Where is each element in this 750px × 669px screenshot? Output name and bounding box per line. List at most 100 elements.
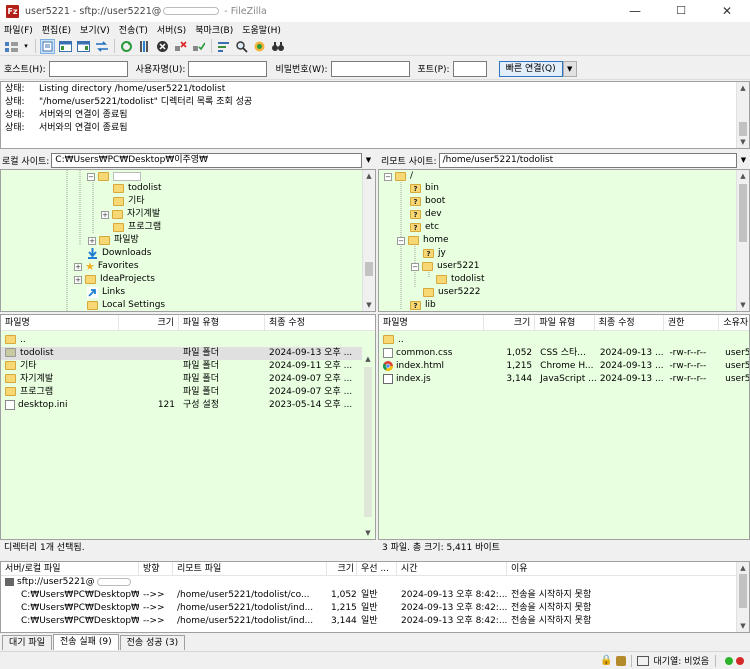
col-direction[interactable]: 방향 xyxy=(139,562,173,575)
port-input[interactable] xyxy=(452,60,487,77)
file-row-selected[interactable]: todolist 파일 폴더 2024-09-13 오후 ... xyxy=(1,347,375,360)
menu-bookmarks[interactable]: 북마크(B) xyxy=(195,23,233,36)
tab-failed-transfers[interactable]: 전송 실패 (9) xyxy=(52,634,119,650)
expand-icon[interactable]: + xyxy=(88,236,96,245)
message-log[interactable]: 상태: Listing directory /home/user5221/todo… xyxy=(0,81,750,149)
menu-file[interactable]: 파일(F) xyxy=(4,23,33,36)
scroll-up-icon[interactable]: ▲ xyxy=(362,353,374,365)
remote-site-dropdown-icon[interactable]: ▼ xyxy=(737,153,750,168)
collapse-icon[interactable]: − xyxy=(411,262,419,271)
tree-item[interactable]: ? bin xyxy=(410,182,439,195)
quickconnect-button[interactable]: 빠른 연결(Q) xyxy=(498,60,563,77)
col-size[interactable]: 크기 xyxy=(119,315,179,330)
disconnect-icon[interactable] xyxy=(173,39,188,54)
tab-queued-files[interactable]: 대기 파일 xyxy=(2,635,52,650)
collapse-icon[interactable]: − xyxy=(384,172,392,181)
scroll-up-icon[interactable]: ▲ xyxy=(737,82,749,94)
col-size[interactable]: 크기 xyxy=(327,562,357,575)
scroll-up-icon[interactable]: ▲ xyxy=(737,562,749,574)
tree-item[interactable]: ? dev xyxy=(410,208,442,221)
file-row[interactable]: 자기계발 파일 폴더 2024-09-07 오후 ... xyxy=(1,373,375,386)
queue-server-row[interactable]: sftp://user5221@ xyxy=(1,576,749,589)
tree-item[interactable]: ? boot xyxy=(410,195,445,208)
host-input[interactable] xyxy=(48,60,128,77)
file-row[interactable]: 프로그램 파일 폴더 2024-09-07 오후 ... xyxy=(1,386,375,399)
refresh-icon[interactable] xyxy=(119,39,134,54)
binoculars-icon[interactable] xyxy=(270,39,285,54)
queue-row[interactable]: C:₩Users₩PC₩Desktop₩... -->> /home/user5… xyxy=(1,589,749,602)
reconnect-icon[interactable] xyxy=(191,39,206,54)
col-permissions[interactable]: 권한 xyxy=(664,315,720,330)
scroll-down-icon[interactable]: ▼ xyxy=(362,527,374,539)
menu-help[interactable]: 도움말(H) xyxy=(242,23,281,36)
local-list-scrollbar[interactable]: ▲ ▼ xyxy=(362,331,375,539)
minimize-button[interactable]: — xyxy=(612,0,658,22)
file-row[interactable]: common.css 1,052 CSS 스타... 2024-09-13 ..… xyxy=(379,347,749,360)
username-input[interactable] xyxy=(188,60,268,77)
tree-item[interactable]: ? etc xyxy=(410,221,439,234)
tree-item[interactable]: + ★ Favorites xyxy=(74,260,139,273)
title-bar[interactable]: Fz user5221 - sftp://user5221@ - FileZil… xyxy=(0,0,750,22)
password-input[interactable] xyxy=(330,60,410,77)
queue-scrollbar[interactable]: ▲ ▼ xyxy=(736,562,749,632)
col-remote-file[interactable]: 리모트 파일 xyxy=(173,562,327,575)
tree-item[interactable]: user5222 xyxy=(423,286,481,299)
file-row[interactable]: .. xyxy=(379,334,749,347)
file-row[interactable]: index.js 3,144 JavaScript ... 2024-09-13… xyxy=(379,373,749,386)
quickconnect-dropdown-icon[interactable]: ▼ xyxy=(562,60,577,77)
toggle-local-tree-icon[interactable] xyxy=(58,39,73,54)
compare-icon[interactable] xyxy=(252,39,267,54)
expand-icon[interactable]: + xyxy=(101,210,109,219)
tree-item[interactable]: − home xyxy=(397,234,449,247)
remote-tree-scrollbar[interactable]: ▲ ▼ xyxy=(736,170,749,311)
local-tree[interactable]: − todolist 기타 + 자기계발 프로그램 + 파일방 Downloads … xyxy=(0,169,376,312)
local-tree-scrollbar[interactable]: ▲ ▼ xyxy=(362,170,375,311)
file-row[interactable]: desktop.ini 121 구성 설정 2023-05-14 오후 ... xyxy=(1,399,375,412)
site-manager-icon[interactable] xyxy=(4,39,19,54)
close-button[interactable]: ✕ xyxy=(704,0,750,22)
scroll-thumb[interactable] xyxy=(739,184,747,242)
toggle-log-icon[interactable] xyxy=(40,38,55,54)
scroll-up-icon[interactable]: ▲ xyxy=(363,170,375,182)
expand-icon[interactable]: + xyxy=(74,275,82,284)
log-scrollbar[interactable]: ▲ ▼ xyxy=(736,82,749,148)
remote-file-list[interactable]: 파일명 크기 파일 유형 최종 수정 권한 소유자 ^ .. common.cs… xyxy=(378,314,750,540)
tree-item-selected[interactable]: todolist xyxy=(436,273,484,286)
cancel-icon[interactable] xyxy=(155,39,170,54)
scroll-down-icon[interactable]: ▼ xyxy=(363,299,375,311)
local-site-dropdown-icon[interactable]: ▼ xyxy=(362,153,375,168)
maximize-button[interactable]: ☐ xyxy=(658,0,704,22)
local-site-path[interactable]: C:₩Users₩PC₩Desktop₩이주영₩ xyxy=(51,152,362,168)
menu-view[interactable]: 보기(V) xyxy=(80,23,110,36)
collapse-icon[interactable]: − xyxy=(87,172,95,181)
scroll-down-icon[interactable]: ▼ xyxy=(737,620,749,632)
queue-row[interactable]: C:₩Users₩PC₩Desktop₩... -->> /home/user5… xyxy=(1,602,749,615)
tree-item[interactable]: ? jy xyxy=(423,247,446,260)
site-manager-dropdown-icon[interactable]: ▾ xyxy=(22,39,30,54)
collapse-icon[interactable]: − xyxy=(397,236,405,245)
tree-item[interactable]: + 자기계발 xyxy=(101,208,160,221)
scroll-up-icon[interactable]: ▲ xyxy=(737,170,749,182)
tree-item[interactable]: 프로그램 xyxy=(113,221,161,234)
tree-item[interactable]: + IdeaProjects xyxy=(74,273,155,286)
scroll-thumb[interactable] xyxy=(364,367,372,517)
toggle-queue-icon[interactable] xyxy=(94,39,109,54)
remote-site-path[interactable]: /home/user5221/todolist xyxy=(438,152,737,168)
col-type[interactable]: 파일 유형 xyxy=(179,315,265,330)
toggle-remote-tree-icon[interactable] xyxy=(76,39,91,54)
scroll-thumb[interactable] xyxy=(739,574,747,608)
file-row[interactable]: 기타 파일 폴더 2024-09-11 오후 ... xyxy=(1,360,375,373)
remote-tree[interactable]: − / ? bin ? boot ? dev ? etc − home ? jy − user5… xyxy=(378,169,750,312)
tree-item[interactable]: Local Settings xyxy=(87,299,165,311)
col-modified[interactable]: 최종 수정 xyxy=(595,315,664,330)
col-modified[interactable]: 최종 수정 xyxy=(265,315,363,330)
menu-server[interactable]: 서버(S) xyxy=(157,23,186,36)
col-size[interactable]: 크기 xyxy=(484,315,536,330)
file-row[interactable]: .. xyxy=(1,334,375,347)
col-priority[interactable]: 우선 ... xyxy=(357,562,397,575)
search-icon[interactable] xyxy=(234,39,249,54)
menu-transfer[interactable]: 전송(T) xyxy=(119,23,148,36)
tree-item[interactable]: todolist xyxy=(113,182,161,195)
tree-item[interactable]: + 파일방 xyxy=(88,234,139,247)
col-reason[interactable]: 이유 xyxy=(507,562,737,575)
